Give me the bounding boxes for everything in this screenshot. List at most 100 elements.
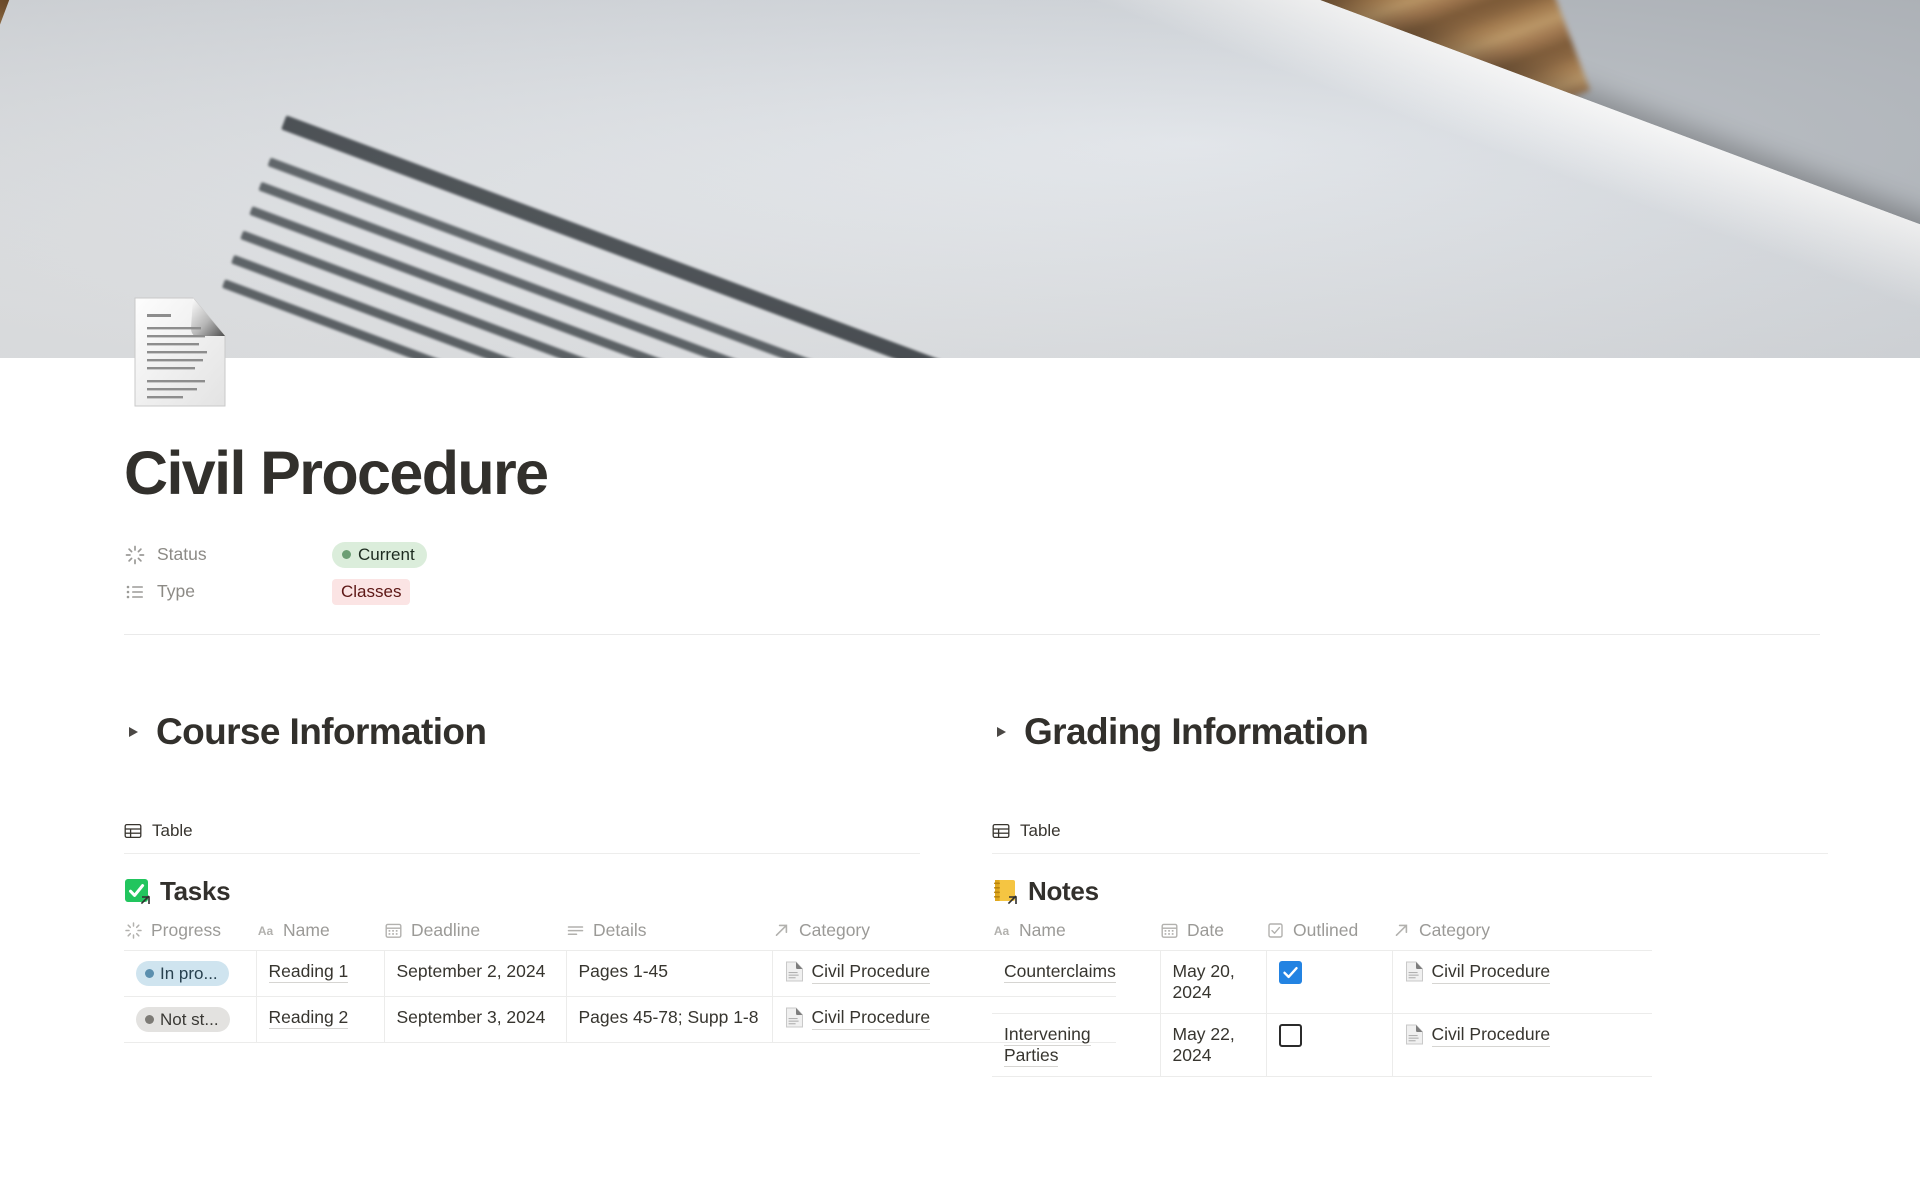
toggle-triangle-icon[interactable] xyxy=(992,723,1010,741)
tasks-column-deadline-label: Deadline xyxy=(411,920,481,940)
property-label-type: Type xyxy=(124,581,332,603)
tasks-cell-details[interactable]: Pages 1-45 xyxy=(566,950,773,997)
notes-column-outlined-label: Outlined xyxy=(1293,920,1359,940)
tasks-cell-deadline[interactable]: September 3, 2024 xyxy=(384,996,567,1043)
tasks-cell-details[interactable]: Pages 45-78; Supp 1-8 xyxy=(566,996,773,1043)
tasks-cell-progress[interactable]: Not st... xyxy=(124,996,257,1043)
relation-arrow-icon xyxy=(1392,921,1411,940)
tasks-column-name-label: Name xyxy=(283,920,330,940)
notes-column-name[interactable]: Aa Name xyxy=(992,920,1160,951)
category-relation-link[interactable]: Civil Procedure xyxy=(811,961,931,984)
title-aa-icon: Aa xyxy=(992,921,1011,940)
column-grading-information: Grading Information Table Notes Aa Name … xyxy=(976,711,1828,1077)
note-name-link[interactable]: Counterclaims xyxy=(1004,961,1116,983)
page-cover-image[interactable] xyxy=(0,0,1920,358)
properties-divider xyxy=(124,634,1820,635)
notes-column-date[interactable]: Date xyxy=(1160,920,1266,951)
category-relation-link[interactable]: Civil Procedure xyxy=(811,1007,931,1030)
progress-dot-icon xyxy=(145,969,154,978)
tasks-column-details-label: Details xyxy=(593,920,647,940)
notes-cell-name[interactable]: Counterclaims xyxy=(992,950,1161,1014)
tasks-cell-deadline[interactable]: September 2, 2024 xyxy=(384,950,567,997)
view-tab-bar-tasks: Table xyxy=(124,821,920,854)
property-label-status: Status xyxy=(124,544,332,566)
table-row[interactable]: Not st... Reading 2 September 3, 2024 Pa… xyxy=(124,996,1116,1043)
property-value-type[interactable]: Classes xyxy=(332,578,411,605)
status-spinner-icon xyxy=(124,544,146,566)
section-title-text: Grading Information xyxy=(1024,711,1369,752)
tasks-table: Progress Aa Name Deadline Details Catego… xyxy=(124,920,1116,1043)
calendar-icon xyxy=(1160,921,1179,940)
calendar-icon xyxy=(384,921,403,940)
title-aa-icon: Aa xyxy=(256,921,275,940)
tasks-column-name[interactable]: Aa Name xyxy=(256,920,384,951)
notes-column-outlined[interactable]: Outlined xyxy=(1266,920,1392,951)
category-relation-link[interactable]: Civil Procedure xyxy=(1431,1024,1551,1047)
page-facing-up-icon xyxy=(1405,961,1424,982)
table-row[interactable]: Intervening Parties May 22, 2024 Civil P… xyxy=(992,1013,1652,1077)
database-title-text: Tasks xyxy=(160,876,231,906)
notes-table: Aa Name Date Outlined Category Countercl… xyxy=(992,920,1652,1077)
type-tag[interactable]: Classes xyxy=(332,578,411,605)
progress-badge[interactable]: In pro... xyxy=(136,961,229,986)
notes-column-category[interactable]: Category xyxy=(1392,920,1652,951)
notebook-with-decorative-cover-icon xyxy=(992,878,1019,905)
progress-badge-label: In pro... xyxy=(160,963,218,983)
table-row[interactable]: In pro... Reading 1 September 2, 2024 Pa… xyxy=(124,950,1116,997)
notes-cell-name[interactable]: Intervening Parties xyxy=(992,1013,1161,1077)
page-facing-up-icon xyxy=(785,1007,804,1028)
view-tab-table[interactable]: Table xyxy=(124,821,193,841)
notes-column-name-label: Name xyxy=(1019,920,1066,940)
toggle-triangle-icon[interactable] xyxy=(124,723,142,741)
progress-badge[interactable]: Not st... xyxy=(136,1007,230,1032)
page-content: Civil Procedure Status Current Type Clas… xyxy=(0,297,1920,1077)
status-dot-icon xyxy=(342,550,351,559)
outlined-checkbox-unchecked[interactable] xyxy=(1278,1024,1302,1047)
notes-cell-category[interactable]: Civil Procedure xyxy=(1392,1013,1652,1077)
table-view-icon xyxy=(124,822,142,840)
tasks-cell-name[interactable]: Reading 2 xyxy=(256,996,385,1043)
tasks-table-header-row: Progress Aa Name Deadline Details Catego… xyxy=(124,920,1116,951)
property-value-status[interactable]: Current xyxy=(332,541,427,568)
property-row-type[interactable]: Type Classes xyxy=(124,573,1920,610)
cover-paper-text-lines xyxy=(216,115,1920,358)
notes-cell-date[interactable]: May 20, 2024 xyxy=(1160,950,1267,1014)
task-name-link[interactable]: Reading 1 xyxy=(268,961,349,983)
section-title-text: Course Information xyxy=(156,711,487,752)
svg-text:Aa: Aa xyxy=(258,924,274,938)
category-relation-link[interactable]: Civil Procedure xyxy=(1431,961,1551,984)
database-title-notes[interactable]: Notes xyxy=(992,876,1828,907)
tasks-cell-name[interactable]: Reading 1 xyxy=(256,950,385,997)
relation-arrow-icon xyxy=(772,921,791,940)
notes-column-date-label: Date xyxy=(1187,920,1224,940)
database-title-text: Notes xyxy=(1028,876,1099,906)
view-tab-label: Table xyxy=(152,821,193,840)
tasks-column-details[interactable]: Details xyxy=(566,920,772,951)
page-title[interactable]: Civil Procedure xyxy=(124,358,1920,504)
notes-cell-category[interactable]: Civil Procedure xyxy=(1392,950,1652,1014)
progress-dot-icon xyxy=(145,1015,154,1024)
view-tab-table[interactable]: Table xyxy=(992,821,1061,841)
note-name-link[interactable]: Intervening Parties xyxy=(1004,1024,1091,1067)
property-name-status: Status xyxy=(157,544,207,564)
tasks-column-category-label: Category xyxy=(799,920,871,940)
task-name-link[interactable]: Reading 2 xyxy=(268,1007,349,1029)
table-view-icon xyxy=(992,822,1010,840)
tasks-column-deadline[interactable]: Deadline xyxy=(384,920,566,951)
page-facing-up-icon xyxy=(785,961,804,982)
notes-cell-date[interactable]: May 22, 2024 xyxy=(1160,1013,1267,1077)
status-badge[interactable]: Current xyxy=(332,541,427,568)
property-row-status[interactable]: Status Current xyxy=(124,536,1920,573)
tasks-column-progress[interactable]: Progress xyxy=(124,920,256,951)
database-title-tasks[interactable]: Tasks xyxy=(124,876,920,907)
notes-column-category-label: Category xyxy=(1419,920,1491,940)
section-heading-grading-information[interactable]: Grading Information xyxy=(992,711,1828,753)
tasks-cell-progress[interactable]: In pro... xyxy=(124,950,257,997)
outlined-checkbox-checked[interactable] xyxy=(1278,961,1302,984)
page-facing-up-icon[interactable] xyxy=(131,296,229,408)
table-row[interactable]: Counterclaims May 20, 2024 Civil Procedu… xyxy=(992,950,1652,1014)
notes-cell-outlined[interactable] xyxy=(1266,950,1393,1014)
progress-badge-label: Not st... xyxy=(160,1009,219,1029)
section-heading-course-information[interactable]: Course Information xyxy=(124,711,920,753)
notes-cell-outlined[interactable] xyxy=(1266,1013,1393,1077)
